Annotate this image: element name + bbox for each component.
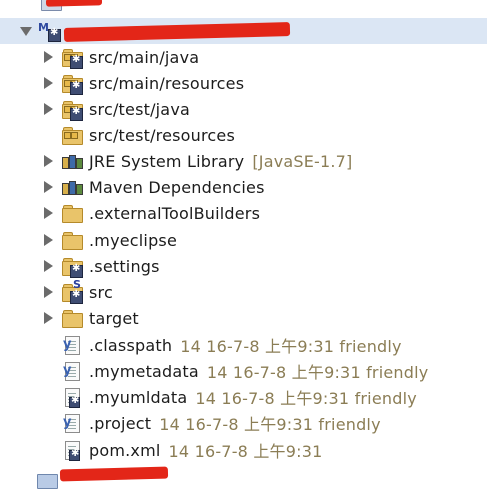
tree-item-label: src/main/resources — [89, 73, 245, 93]
package-folder-icon — [61, 125, 83, 145]
tree-row-target[interactable]: target — [44, 305, 139, 331]
package-folder-icon — [61, 73, 83, 95]
tree-item-meta: 14 16-7-8 上午9:31 friendly — [206, 363, 429, 382]
tree-row-pom-xml[interactable]: pom.xml 14 16-7-8 上午9:31 — [61, 437, 322, 463]
tree-item-label: .externalToolBuilders — [89, 203, 261, 223]
tree-item-meta: [JavaSE-1.7] — [252, 151, 353, 171]
tree-row-src-test-java[interactable]: src/test/java — [44, 96, 190, 122]
tree-row-maven-dependencies[interactable]: Maven Dependencies — [44, 174, 265, 200]
tree-item-label: src — [89, 282, 113, 302]
tree-row-classpath[interactable]: y .classpath 14 16-7-8 上午9:31 friendly — [61, 332, 402, 358]
file-icon — [61, 387, 83, 408]
tree-row-jre-system-library[interactable]: JRE System Library [JavaSE-1.7] — [44, 148, 353, 174]
expand-arrow-icon[interactable] — [44, 286, 53, 298]
tree-item-label: .classpath — [89, 335, 173, 355]
tree-item-label: src/test/java — [89, 99, 190, 119]
folder-icon — [61, 308, 83, 328]
file-icon: y — [61, 413, 83, 433]
package-folder-icon — [61, 99, 83, 121]
maven-project-icon: M — [38, 21, 61, 42]
expand-arrow-icon[interactable] — [44, 207, 53, 219]
tree-row-settings[interactable]: .settings — [44, 253, 160, 279]
tree-item-label: JRE System Library — [89, 151, 245, 171]
source-folder-icon: S — [61, 278, 83, 304]
tree-item-label: src/test/resources — [89, 125, 236, 145]
tree-item-label: target — [89, 308, 139, 328]
library-icon — [61, 177, 83, 197]
tree-item-meta: 14 16-7-8 上午9:31 friendly — [180, 337, 402, 356]
redaction-mark — [59, 466, 169, 482]
tree-row-src-main-resources[interactable]: src/main/resources — [44, 70, 244, 96]
file-icon — [61, 440, 83, 461]
expand-arrow-icon[interactable] — [44, 260, 53, 272]
expand-arrow-icon[interactable] — [44, 181, 53, 193]
package-folder-icon — [61, 47, 83, 69]
tree-row-external-tool-builders[interactable]: .externalToolBuilders — [44, 200, 260, 226]
tree-row-myeclipse[interactable]: .myeclipse — [44, 227, 177, 253]
tree-item-meta: 14 16-7-8 上午9:31 friendly — [195, 389, 417, 408]
file-icon: y — [61, 335, 83, 355]
project-explorer-tree: M src/main/java src/main/resources — [0, 0, 487, 490]
tree-item-meta: 14 16-7-8 上午9:31 — [168, 442, 323, 461]
tree-row-src[interactable]: S src — [44, 278, 113, 305]
tree-row-project-file[interactable]: y .project 14 16-7-8 上午9:31 friendly — [61, 410, 381, 436]
tree-row-myumldata[interactable]: .myumldata 14 16-7-8 上午9:31 friendly — [61, 384, 417, 410]
library-icon — [61, 151, 83, 171]
expand-arrow-icon[interactable] — [44, 77, 53, 89]
tree-item-label: Maven Dependencies — [89, 177, 265, 197]
folder-icon — [36, 469, 58, 489]
tree-item-meta: 14 16-7-8 上午9:31 friendly — [159, 415, 381, 434]
expand-arrow-icon[interactable] — [44, 234, 53, 246]
expand-arrow-icon[interactable] — [44, 312, 53, 324]
tree-item-label: pom.xml — [89, 440, 161, 460]
tree-item-label: src/main/java — [89, 47, 200, 67]
tree-item-label: .mymetadata — [89, 361, 199, 381]
tree-row-mymetadata[interactable]: y .mymetadata 14 16-7-8 上午9:31 friendly — [61, 358, 428, 384]
expand-arrow-icon[interactable] — [44, 103, 53, 115]
tree-item-label: .myeclipse — [89, 230, 178, 250]
expand-arrow-icon[interactable] — [44, 155, 53, 167]
file-icon: y — [61, 361, 83, 381]
folder-icon — [61, 203, 83, 223]
tree-row-src-main-java[interactable]: src/main/java — [44, 44, 199, 70]
redaction-mark — [45, 0, 103, 7]
folder-icon — [61, 256, 83, 278]
tree-row-next-project[interactable] — [36, 466, 58, 492]
expand-arrow-icon[interactable] — [44, 51, 53, 63]
tree-row-src-test-resources[interactable]: src/test/resources — [61, 122, 235, 148]
expand-arrow-icon[interactable] — [20, 26, 32, 36]
folder-icon — [61, 230, 83, 250]
tree-item-label: .project — [89, 413, 152, 433]
tree-item-label: .settings — [89, 256, 160, 276]
tree-item-label: .myumldata — [89, 387, 188, 407]
